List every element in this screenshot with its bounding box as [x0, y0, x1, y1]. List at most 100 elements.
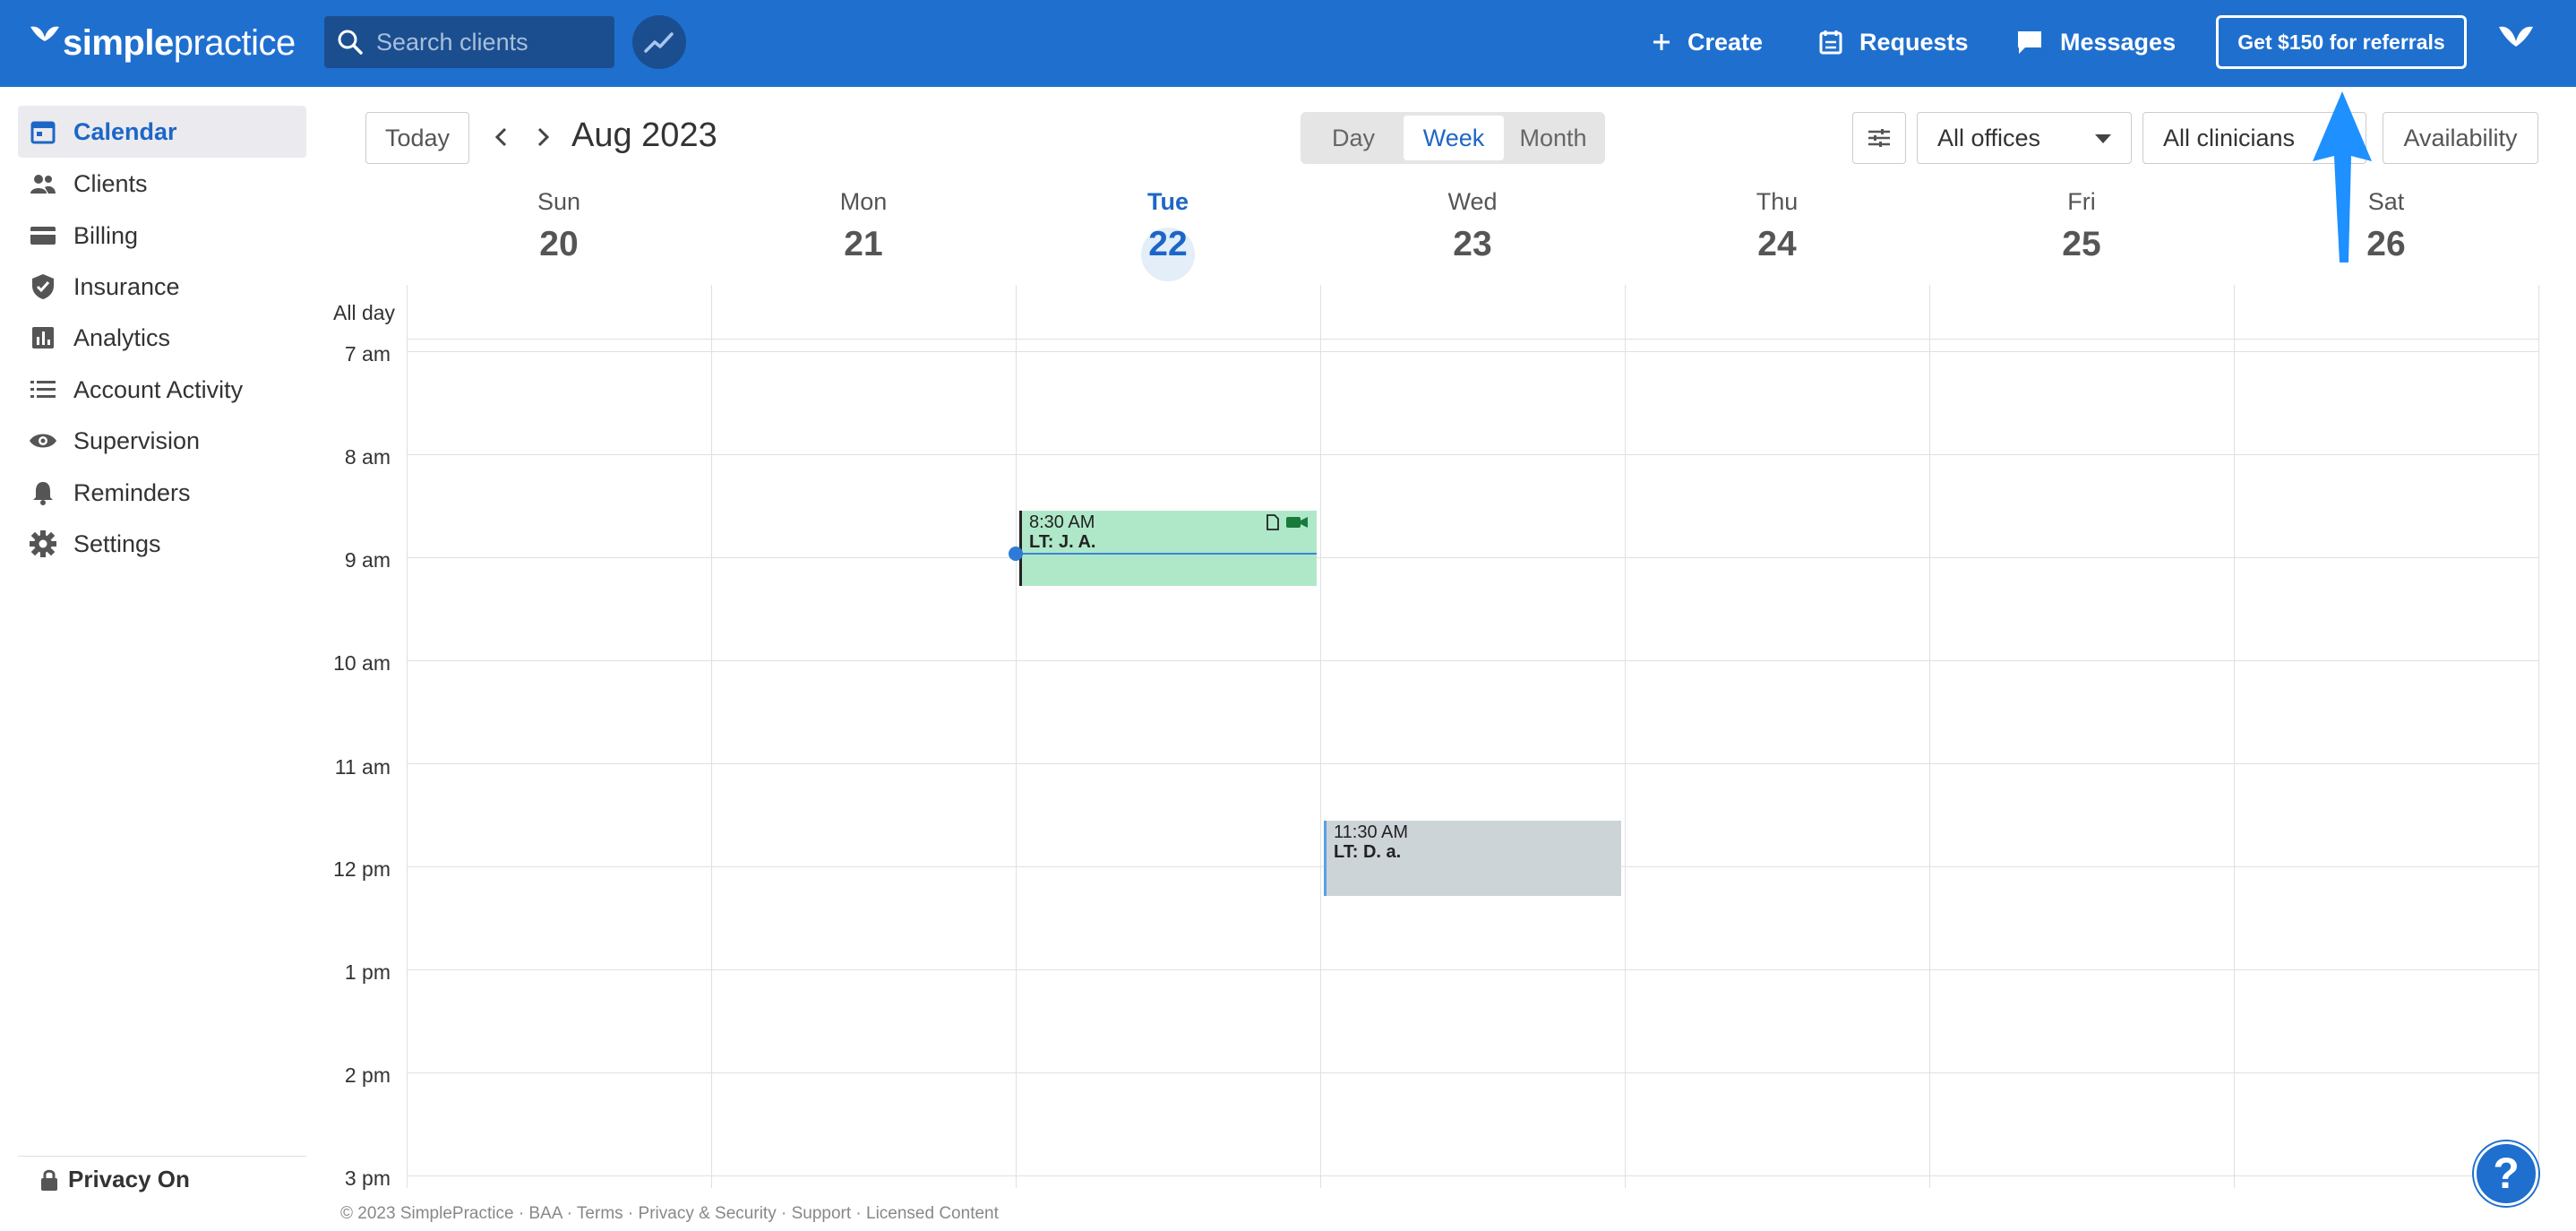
grid-line [407, 763, 2538, 764]
view-day-button[interactable]: Day [1303, 116, 1404, 160]
lock-icon [41, 1169, 57, 1191]
sidebar-item-label: Insurance [73, 272, 180, 300]
offices-select[interactable]: All offices [1917, 112, 2132, 164]
filter-settings-button[interactable] [1852, 112, 1906, 164]
note-icon [1267, 514, 1279, 530]
chat-bubble-icon [2018, 31, 2041, 54]
messages-button[interactable]: Messages [2015, 20, 2176, 65]
gear-icon [29, 529, 57, 558]
sidebar-item-settings[interactable]: Settings [18, 518, 306, 570]
event-title: LT: J. A. [1029, 532, 1096, 552]
shield-check-icon [29, 272, 57, 301]
day-date: 26 [2366, 225, 2406, 263]
day-name: Fri [2067, 188, 2096, 215]
sidebar-item-reminders[interactable]: Reminders [18, 467, 306, 519]
butterfly-menu-icon[interactable] [2497, 23, 2535, 56]
event-title: LT: D. a. [1334, 842, 1402, 862]
chevron-right-icon[interactable] [534, 122, 554, 152]
day-header-fri[interactable]: Fri 25 [1929, 188, 2234, 264]
sidebar-item-label: Clients [73, 169, 148, 197]
sidebar-item-analytics[interactable]: Analytics [18, 312, 306, 364]
calendar-icon [29, 117, 57, 146]
trending-up-icon [644, 32, 674, 53]
day-header-sat[interactable]: Sat 26 [2234, 188, 2538, 264]
grid-line [407, 285, 408, 1188]
day-date: 24 [1757, 225, 1797, 263]
grid-line [407, 557, 2538, 558]
help-button[interactable]: ? [2474, 1141, 2538, 1206]
appointment-event[interactable]: 11:30 AM LT: D. a. [1324, 821, 1621, 896]
referral-button[interactable]: Get $150 for referrals [2216, 15, 2467, 69]
calendar-period-title: Aug 2023 [571, 116, 717, 154]
sidebar-item-label: Account Activity [73, 375, 244, 403]
day-date: 22 [1148, 225, 1188, 263]
grid-line [407, 339, 2538, 340]
today-button[interactable]: Today [365, 112, 469, 164]
insights-button[interactable] [632, 15, 686, 69]
sidebar-item-calendar[interactable]: Calendar [18, 106, 306, 158]
day-date: 20 [539, 225, 579, 263]
sidebar-item-clients[interactable]: Clients [18, 158, 306, 210]
grid-line [711, 285, 712, 1188]
availability-button[interactable]: Availability [2383, 112, 2538, 164]
simplepractice-logo[interactable]: simplepractice [29, 18, 296, 68]
appointment-event[interactable]: 8:30 AM LT: J. A. [1019, 511, 1317, 586]
day-header-sun[interactable]: Sun 20 [407, 188, 711, 264]
credit-card-icon [29, 221, 57, 250]
day-header-thu[interactable]: Thu 24 [1625, 188, 1929, 264]
bell-icon [29, 478, 57, 507]
list-icon [29, 375, 57, 404]
time-label: 9 am [344, 548, 391, 572]
grid-line [2234, 285, 2235, 1188]
grid-line [1929, 285, 1930, 1188]
butterfly-logo-icon [30, 26, 59, 41]
sidebar-item-insurance[interactable]: Insurance [18, 261, 306, 313]
view-month-button[interactable]: Month [1504, 116, 1602, 160]
chevron-left-icon[interactable] [491, 122, 511, 152]
view-week-button[interactable]: Week [1404, 116, 1504, 160]
all-day-label: All day [333, 301, 396, 324]
privacy-toggle[interactable]: Privacy On [18, 1156, 306, 1202]
day-name: Sat [2367, 188, 2405, 215]
grid-line [407, 351, 2538, 352]
create-label: Create [1687, 28, 1764, 56]
sidebar-item-label: Supervision [73, 426, 201, 454]
grid-line [1016, 285, 1017, 1188]
sliders-icon [1868, 129, 1890, 147]
current-time-dot [1009, 547, 1023, 561]
search-clients-input[interactable] [376, 28, 600, 56]
day-date: 23 [1453, 225, 1492, 263]
grid-line [407, 660, 2538, 661]
grid-line [407, 969, 2538, 970]
requests-button[interactable]: Requests [1818, 20, 1969, 65]
day-name: Wed [1447, 188, 1498, 215]
time-label: 1 pm [344, 960, 391, 984]
day-header-mon[interactable]: Mon 21 [711, 188, 1016, 264]
privacy-label: Privacy On [68, 1166, 190, 1192]
day-name: Thu [1756, 188, 1799, 215]
footer-links[interactable]: © 2023 SimplePractice · BAA · Terms · Pr… [340, 1204, 999, 1224]
sidebar-item-label: Reminders [73, 478, 191, 506]
current-time-line [1016, 553, 1317, 555]
view-switcher: Day Week Month [1301, 112, 1605, 164]
bar-chart-icon [29, 323, 57, 352]
time-label: 11 am [334, 755, 391, 779]
day-name: Sun [537, 188, 581, 215]
video-camera-icon [1286, 517, 1308, 528]
day-header-wed[interactable]: Wed 23 [1320, 188, 1625, 264]
day-header-tue[interactable]: Tue 22 [1016, 188, 1320, 264]
sidebar-item-account-activity[interactable]: Account Activity [18, 364, 306, 416]
calendar-requests-icon [1819, 30, 1842, 55]
create-button[interactable]: Create [1652, 20, 1763, 65]
sidebar: Calendar Clients Billing Insurance Analy… [0, 87, 324, 1231]
sidebar-item-billing[interactable]: Billing [18, 210, 306, 262]
time-label: 2 pm [344, 1063, 391, 1087]
eye-icon [29, 426, 57, 455]
day-name: Mon [839, 188, 888, 215]
sidebar-item-supervision[interactable]: Supervision [18, 415, 306, 467]
time-label: 3 pm [344, 1166, 391, 1190]
grid-line [1625, 285, 1626, 1188]
grid-line [407, 454, 2538, 455]
logo-text-rest: practice [173, 22, 296, 63]
offices-select-value: All offices [1937, 124, 2041, 151]
